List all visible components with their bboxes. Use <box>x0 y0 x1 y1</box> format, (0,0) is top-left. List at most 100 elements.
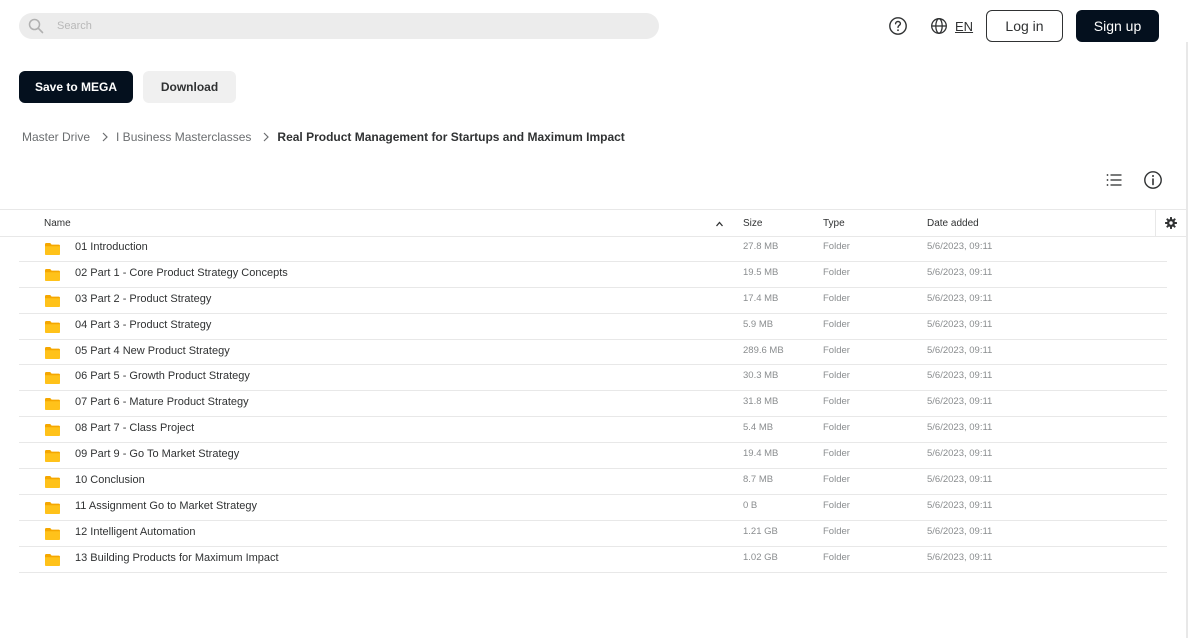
row-name: 12 Intelligent Automation <box>75 525 196 538</box>
row-date-added: 5/6/2023, 09:11 <box>927 396 993 408</box>
column-header-name[interactable]: Name <box>44 218 71 229</box>
row-type: Folder <box>823 241 850 252</box>
column-divider <box>1155 210 1156 236</box>
row-size: 1.21 GB <box>743 525 778 537</box>
row-name: 02 Part 1 - Core Product Strategy Concep… <box>75 266 288 279</box>
row-size: 30.3 MB <box>743 370 779 382</box>
save-to-mega-button[interactable]: Save to MEGA <box>19 71 133 103</box>
row-size: 17.4 MB <box>743 292 779 304</box>
row-size: 5.9 MB <box>743 318 774 330</box>
breadcrumb-item-business-masterclasses[interactable]: I Business Masterclasses <box>116 130 251 144</box>
folder-icon <box>45 527 60 540</box>
row-type: Folder <box>823 266 850 278</box>
info-icon[interactable] <box>1143 170 1163 190</box>
row-date-added: 5/6/2023, 09:11 <box>927 292 993 304</box>
row-size: 31.8 MB <box>743 396 779 408</box>
row-size: 0 B <box>743 499 758 511</box>
row-name: 09 Part 9 - Go To Market Strategy <box>75 448 240 461</box>
breadcrumb: Master Drive I Business Masterclasses Re… <box>22 129 625 145</box>
table-header-border-top <box>0 209 1188 210</box>
table-row[interactable]: 02 Part 1 - Core Product Strategy Concep… <box>19 262 1167 288</box>
table-row[interactable]: 13 Building Products for Maximum Impact 1… <box>19 547 1167 573</box>
row-date-added: 5/6/2023, 09:11 <box>927 551 993 563</box>
column-header-type[interactable]: Type <box>823 218 845 229</box>
table-row[interactable]: 06 Part 5 - Growth Product Strategy 30.3 … <box>19 365 1167 392</box>
row-name: 07 Part 6 - Mature Product Strategy <box>75 396 249 409</box>
globe-icon <box>931 18 947 34</box>
folder-icon <box>45 475 60 489</box>
row-size: 8.7 MB <box>743 474 774 486</box>
row-size: 1.02 GB <box>743 551 778 563</box>
row-type: Folder <box>823 448 850 460</box>
folder-icon <box>45 397 60 411</box>
row-date-added: 5/6/2023, 09:11 <box>927 499 993 511</box>
language-selector[interactable]: EN <box>930 16 973 36</box>
row-name: 01 Introduction <box>75 241 148 253</box>
download-button[interactable]: Download <box>143 71 236 103</box>
row-date-added: 5/6/2023, 09:11 <box>927 370 993 382</box>
chevron-right-icon <box>96 131 114 143</box>
folder-icon <box>45 268 60 281</box>
row-name: 11 Assignment Go to Market Strategy <box>75 499 257 512</box>
row-date-added: 5/6/2023, 09:11 <box>927 474 993 486</box>
table-row[interactable]: 11 Assignment Go to Market Strategy 0 B Fo… <box>19 495 1167 521</box>
list-view-icon[interactable] <box>1105 171 1123 189</box>
search-icon <box>28 18 44 34</box>
row-name: 08 Part 7 - Class Project <box>75 422 195 435</box>
row-type: Folder <box>823 551 850 563</box>
folder-icon <box>45 371 60 385</box>
row-date-added: 5/6/2023, 09:11 <box>927 344 993 356</box>
row-date-added: 5/6/2023, 09:11 <box>927 525 993 537</box>
table-row[interactable]: 10 Conclusion 8.7 MB Folder 5/6/2023, 09:11 <box>19 469 1167 495</box>
row-size: 19.4 MB <box>743 448 779 460</box>
row-type: Folder <box>823 370 850 382</box>
file-list: 01 Introduction 27.8 MB Folder 5/6/2023, 09… <box>19 236 1167 573</box>
row-size: 289.6 MB <box>743 344 784 356</box>
folder-icon <box>45 553 60 566</box>
table-row[interactable]: 01 Introduction 27.8 MB Folder 5/6/2023, 09… <box>19 236 1167 262</box>
folder-icon <box>45 320 60 333</box>
row-name: 04 Part 3 - Product Strategy <box>75 318 212 331</box>
column-header-date-added[interactable]: Date added <box>927 218 979 229</box>
row-size: 5.4 MB <box>743 422 774 434</box>
folder-icon <box>45 449 60 463</box>
row-name: 10 Conclusion <box>75 474 145 487</box>
breadcrumb-item-master-drive[interactable]: Master Drive <box>22 130 90 144</box>
table-row[interactable]: 12 Intelligent Automation 1.21 GB Folder 5/… <box>19 521 1167 547</box>
table-row[interactable]: 09 Part 9 - Go To Market Strategy 19.4 MB… <box>19 443 1167 470</box>
search-bar[interactable] <box>19 13 659 39</box>
row-name: 06 Part 5 - Growth Product Strategy <box>75 370 250 383</box>
chevron-right-icon <box>257 131 275 143</box>
row-name: 03 Part 2 - Product Strategy <box>75 292 212 305</box>
search-input[interactable] <box>57 13 647 39</box>
row-date-added: 5/6/2023, 09:11 <box>927 422 993 434</box>
table-row[interactable]: 04 Part 3 - Product Strategy 5.9 MB Folder… <box>19 314 1167 340</box>
language-label[interactable]: EN <box>955 19 973 34</box>
login-button[interactable]: Log in <box>986 10 1063 42</box>
row-type: Folder <box>823 525 850 537</box>
row-date-added: 5/6/2023, 09:11 <box>927 318 993 330</box>
row-type: Folder <box>823 422 850 434</box>
folder-icon <box>45 346 60 359</box>
row-type: Folder <box>823 474 850 486</box>
column-header-size[interactable]: Size <box>743 218 762 229</box>
table-row[interactable]: 05 Part 4 New Product Strategy 289.6 MB Fo… <box>19 340 1167 366</box>
row-date-added: 5/6/2023, 09:11 <box>927 266 993 278</box>
gear-icon[interactable] <box>1165 217 1177 229</box>
signup-button[interactable]: Sign up <box>1076 10 1159 42</box>
folder-icon <box>45 242 60 255</box>
row-type: Folder <box>823 292 850 304</box>
row-type: Folder <box>823 499 850 511</box>
row-size: 27.8 MB <box>743 241 779 252</box>
table-row[interactable]: 03 Part 2 - Product Strategy 17.4 MB Folde… <box>19 288 1167 314</box>
row-type: Folder <box>823 344 850 356</box>
sort-ascending-icon[interactable] <box>715 220 724 228</box>
row-date-added: 5/6/2023, 09:11 <box>927 448 993 460</box>
table-row[interactable]: 08 Part 7 - Class Project 5.4 MB Folder 5/6… <box>19 417 1167 444</box>
breadcrumb-current: Real Product Management for Startups and… <box>277 130 625 144</box>
row-date-added: 5/6/2023, 09:11 <box>927 241 993 252</box>
help-icon[interactable] <box>888 16 908 36</box>
row-type: Folder <box>823 396 850 408</box>
table-row[interactable]: 07 Part 6 - Mature Product Strategy 31.8 … <box>19 391 1167 418</box>
folder-icon <box>45 423 60 437</box>
